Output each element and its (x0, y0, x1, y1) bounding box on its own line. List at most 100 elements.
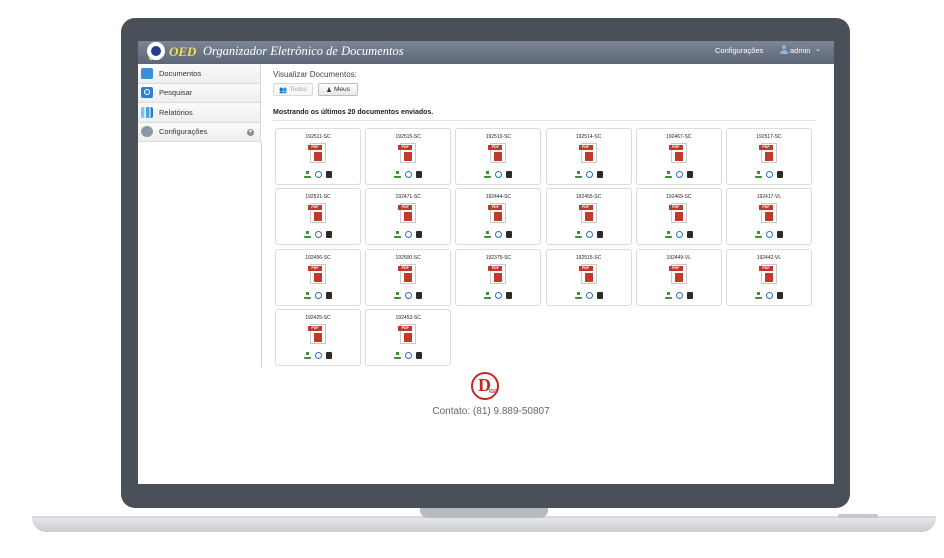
trash-icon[interactable] (776, 291, 783, 299)
pdf-file-icon[interactable]: PDF (668, 143, 687, 163)
edit-icon[interactable] (675, 291, 683, 299)
document-card[interactable]: 192449-VL PDF (635, 248, 722, 306)
download-icon[interactable] (394, 171, 402, 178)
filter-all-button[interactable]: 👥 Todos (273, 83, 313, 96)
trash-icon[interactable] (416, 291, 423, 299)
document-card[interactable]: 192375-SC PDF (455, 248, 542, 306)
document-card[interactable]: 192467-SC PDF (635, 128, 722, 185)
edit-icon[interactable] (315, 291, 322, 299)
document-card[interactable]: 192517-SC PDF (725, 128, 812, 185)
pdf-file-icon[interactable]: PDF (758, 203, 777, 224)
user-menu[interactable]: admin (790, 46, 810, 55)
sidebar-item-relatorios[interactable]: Relatórios (138, 103, 260, 123)
pdf-file-icon[interactable]: PDF (578, 143, 597, 163)
edit-icon[interactable] (315, 352, 322, 360)
download-icon[interactable] (304, 291, 311, 299)
pdf-file-icon[interactable]: PDF (308, 263, 326, 284)
trash-icon[interactable] (416, 171, 423, 178)
download-icon[interactable] (304, 171, 311, 178)
trash-icon[interactable] (596, 231, 603, 239)
document-card[interactable]: 192425-SC PDF (275, 309, 361, 367)
pdf-file-icon[interactable]: PDF (308, 203, 326, 224)
pdf-file-icon[interactable]: PDF (398, 203, 417, 224)
edit-icon[interactable] (315, 231, 322, 239)
trash-icon[interactable] (326, 231, 332, 239)
download-icon[interactable] (304, 231, 311, 239)
trash-icon[interactable] (326, 352, 332, 360)
edit-icon[interactable] (405, 231, 413, 239)
download-icon[interactable] (394, 352, 402, 360)
document-card[interactable]: 192444-SC PDF (455, 188, 542, 246)
document-card[interactable]: 192455-SC PDF (545, 188, 632, 246)
pdf-file-icon[interactable]: PDF (758, 263, 777, 284)
download-icon[interactable] (394, 291, 402, 299)
document-card[interactable]: 192515-SC PDF (545, 248, 632, 306)
chevron-down-icon[interactable]: ▼ (247, 128, 254, 136)
document-card[interactable]: 192456-SC PDF (275, 248, 361, 306)
document-card[interactable]: 192442-VL PDF (725, 248, 812, 306)
download-icon[interactable] (664, 291, 672, 299)
sidebar-item-documentos[interactable]: Documentos (138, 64, 260, 84)
edit-icon[interactable] (495, 291, 503, 299)
document-card[interactable]: 192510-SC PDF (455, 128, 542, 185)
download-icon[interactable] (754, 231, 762, 239)
document-card[interactable]: 192471-SC PDF (365, 188, 452, 246)
pdf-file-icon[interactable]: PDF (308, 324, 326, 345)
edit-icon[interactable] (765, 291, 773, 299)
download-icon[interactable] (664, 231, 672, 239)
document-card[interactable]: 192521-SC PDF (275, 188, 361, 246)
sidebar-item-configuracoes[interactable]: Configurações ▼ (138, 122, 260, 142)
trash-icon[interactable] (416, 352, 423, 360)
edit-icon[interactable] (585, 231, 593, 239)
document-card[interactable]: 192500-SC PDF (365, 248, 452, 306)
download-icon[interactable] (484, 171, 492, 178)
pdf-file-icon[interactable]: PDF (488, 143, 507, 163)
edit-icon[interactable] (405, 352, 413, 360)
trash-icon[interactable] (596, 291, 603, 299)
filter-mine-button[interactable]: ♟ Meus (318, 83, 358, 96)
trash-icon[interactable] (506, 291, 513, 299)
pdf-file-icon[interactable]: PDF (308, 143, 326, 163)
download-icon[interactable] (574, 291, 582, 299)
download-icon[interactable] (664, 171, 672, 178)
edit-icon[interactable] (765, 231, 773, 239)
trash-icon[interactable] (776, 171, 783, 178)
header-config-link[interactable]: Configurações (715, 46, 763, 55)
pdf-file-icon[interactable]: PDF (578, 203, 597, 224)
download-icon[interactable] (394, 231, 402, 239)
document-card[interactable]: 192453-SC PDF (365, 309, 452, 367)
pdf-file-icon[interactable]: PDF (488, 263, 507, 284)
document-card[interactable]: 192514-SC PDF (545, 128, 632, 185)
document-card[interactable]: 192511-SC PDF (275, 128, 361, 185)
trash-icon[interactable] (686, 291, 693, 299)
pdf-file-icon[interactable]: PDF (488, 203, 507, 224)
trash-icon[interactable] (326, 171, 332, 178)
trash-icon[interactable] (506, 171, 513, 178)
edit-icon[interactable] (765, 171, 773, 178)
edit-icon[interactable] (405, 171, 413, 178)
trash-icon[interactable] (596, 171, 603, 178)
download-icon[interactable] (574, 231, 582, 239)
pdf-file-icon[interactable]: PDF (578, 263, 597, 284)
trash-icon[interactable] (776, 231, 783, 239)
document-card[interactable]: 192515-SC PDF (365, 128, 452, 185)
trash-icon[interactable] (686, 231, 693, 239)
pdf-file-icon[interactable]: PDF (398, 263, 417, 284)
trash-icon[interactable] (686, 171, 693, 178)
trash-icon[interactable] (416, 231, 423, 239)
download-icon[interactable] (484, 231, 492, 239)
download-icon[interactable] (754, 171, 762, 178)
edit-icon[interactable] (495, 231, 503, 239)
trash-icon[interactable] (506, 231, 513, 239)
sidebar-item-pesquisar[interactable]: Pesquisar (138, 83, 260, 103)
download-icon[interactable] (304, 352, 311, 360)
document-card[interactable]: 192417-VL PDF (725, 188, 812, 246)
edit-icon[interactable] (585, 291, 593, 299)
edit-icon[interactable] (495, 171, 503, 178)
pdf-file-icon[interactable]: PDF (668, 263, 687, 284)
edit-icon[interactable] (675, 231, 683, 239)
pdf-file-icon[interactable]: PDF (668, 203, 687, 224)
download-icon[interactable] (484, 291, 492, 299)
edit-icon[interactable] (585, 171, 593, 178)
chevron-down-icon[interactable]: ⌄ (815, 45, 821, 53)
